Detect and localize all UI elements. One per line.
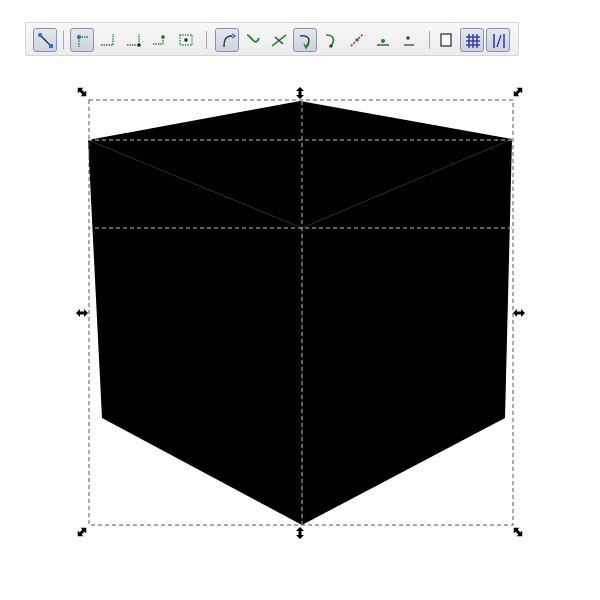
snap-page-border-icon	[440, 33, 452, 47]
snap-bbox-center-icon	[179, 34, 193, 46]
snap-bbox-edge-icon	[101, 34, 114, 46]
snap-path-intersections-icon	[271, 34, 287, 47]
snap-guides-icon	[493, 34, 505, 48]
drawing-canvas[interactable]	[0, 0, 600, 600]
toolbar-separator	[429, 31, 430, 49]
snap-bbox-corner-midpoint-button[interactable]	[148, 28, 172, 52]
scale-handle-bottom-right[interactable]	[511, 525, 525, 539]
snap-bbox-edge-midpoint-icon	[127, 34, 141, 47]
scale-handle-bottom[interactable]	[296, 527, 304, 539]
snap-bbox-edge-midpoint-button[interactable]	[122, 28, 146, 52]
snap-bbox-edge-button[interactable]	[96, 28, 120, 52]
snap-bbox-corner-midpoint-icon	[153, 34, 165, 45]
snap-enable-button[interactable]	[33, 28, 57, 52]
snap-path-intersections-button[interactable]	[267, 28, 291, 52]
snap-nodes-icon	[223, 33, 237, 48]
scale-handle-top[interactable]	[296, 87, 304, 99]
snap-paths-button[interactable]	[241, 28, 265, 52]
horizontal-arrow-icon	[513, 309, 525, 317]
scale-handle-left[interactable]	[76, 309, 88, 317]
snap-bbox-corner-icon	[77, 35, 89, 47]
snap-rotation-center-button[interactable]	[397, 28, 421, 52]
snap-page-border-button[interactable]	[434, 28, 458, 52]
diagonal-arrow-icon	[77, 527, 87, 537]
diagonal-arrow-icon	[513, 87, 523, 97]
snap-controls-toolbar	[25, 22, 519, 56]
horizontal-arrow-icon	[76, 309, 88, 317]
scale-handle-top-left[interactable]	[75, 85, 89, 99]
scale-handle-top-right[interactable]	[511, 85, 525, 99]
snap-object-center-button[interactable]	[371, 28, 395, 52]
snap-line-midpoints-icon	[350, 33, 364, 47]
snap-object-center-icon	[377, 39, 389, 46]
vertical-arrow-icon	[296, 527, 304, 539]
scale-handle-bottom-left[interactable]	[75, 525, 89, 539]
snap-bbox-corner-button[interactable]	[70, 28, 94, 52]
snap-line-midpoints-button[interactable]	[345, 28, 369, 52]
snap-guides-button[interactable]	[486, 28, 510, 52]
snap-cusp-nodes-icon	[299, 35, 310, 50]
snap-rotation-center-icon	[404, 36, 414, 46]
scale-handle-right[interactable]	[513, 309, 525, 317]
toolbar-separator	[206, 31, 207, 49]
snap-grid-button[interactable]	[460, 28, 484, 52]
snap-smooth-nodes-button[interactable]	[319, 28, 343, 52]
snap-grid-icon	[466, 34, 480, 48]
snap-enable-icon	[38, 33, 53, 48]
diagonal-arrow-icon	[77, 87, 87, 97]
vertical-arrow-icon	[296, 87, 304, 99]
snap-nodes-button[interactable]	[215, 28, 239, 52]
diagonal-arrow-icon	[513, 527, 523, 537]
snap-smooth-nodes-icon	[325, 34, 335, 48]
snap-bbox-center-button[interactable]	[174, 28, 198, 52]
snap-paths-icon	[246, 34, 260, 43]
cube-shape[interactable]	[87, 101, 513, 525]
snap-cusp-nodes-button[interactable]	[293, 28, 317, 52]
toolbar-separator	[63, 31, 64, 49]
